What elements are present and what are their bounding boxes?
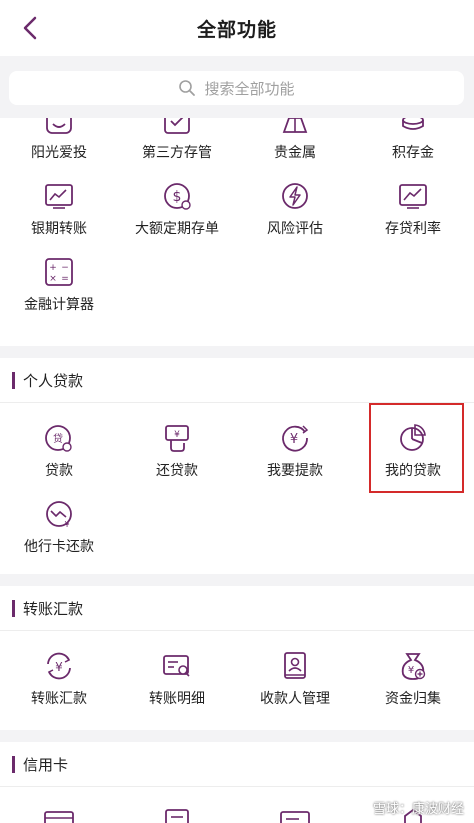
transfer-section: 转账汇款 ¥ 转账汇款 转账明细 收款人管理 ¥ 资金归集: [0, 586, 474, 730]
section-title: 信用卡: [23, 755, 69, 774]
highlight-frame: [369, 403, 464, 493]
function-label: 还贷款: [156, 463, 198, 479]
watermark: 雪球：康波财经: [372, 802, 464, 817]
function-label: 第三方存管: [142, 145, 212, 161]
svg-text:¥: ¥: [64, 520, 69, 529]
page-title: 全部功能: [196, 18, 277, 41]
function-item-withdraw[interactable]: ¥ 我要提款: [236, 422, 354, 480]
search-input[interactable]: 搜索全部功能: [9, 71, 464, 105]
function-item-bank-futures-transfer[interactable]: 银期转账: [0, 180, 118, 238]
function-label: 收款人管理: [260, 691, 330, 707]
function-label: 转账汇款: [31, 691, 87, 707]
loan-icon: 贷: [45, 425, 72, 452]
bill-icon: [165, 809, 189, 823]
coin-stack-icon: [402, 118, 424, 130]
function-label: 金融计算器: [24, 297, 94, 313]
function-label: 大额定期存单: [135, 221, 219, 237]
section-accent-bar: [12, 755, 15, 773]
payee-book-icon: [284, 652, 306, 679]
card-detail-icon: [280, 811, 310, 823]
face-icon: [46, 118, 72, 134]
repay-icon: ¥: [165, 425, 189, 452]
withdraw-icon: ¥: [282, 425, 309, 452]
money-bag-icon: ¥: [401, 653, 426, 680]
trend-coin-icon: ¥: [46, 501, 72, 529]
function-item-repay-loan[interactable]: ¥ 还贷款: [118, 422, 236, 480]
section-title: 个人贷款: [23, 371, 84, 390]
rate-chart-icon: [399, 184, 427, 209]
svg-text:¥: ¥: [290, 432, 298, 447]
section-title: 转账汇款: [23, 599, 84, 618]
function-item-transfer-detail[interactable]: 转账明细: [118, 650, 236, 708]
section-header: 个人贷款: [0, 358, 474, 403]
lightning-icon: [282, 183, 308, 209]
section-accent-bar: [12, 599, 15, 617]
transfer-icon: ¥: [47, 652, 71, 680]
svg-text:×: ×: [49, 274, 57, 284]
check-box-icon: [164, 118, 190, 134]
dollar-coin-icon: $: [164, 183, 191, 210]
function-item-fund-collection[interactable]: ¥ 资金归集: [354, 650, 472, 708]
function-item-third-party-custody[interactable]: 第三方存管: [118, 118, 236, 162]
function-label: 积存金: [392, 145, 434, 161]
function-label: 银期转账: [31, 221, 87, 237]
function-item-risk-assessment[interactable]: 风险评估: [236, 180, 354, 238]
svg-text:=: =: [61, 274, 69, 284]
function-item-payee-management[interactable]: 收款人管理: [236, 650, 354, 708]
svg-text:贷: 贷: [53, 432, 63, 445]
back-arrow-icon[interactable]: [14, 12, 46, 44]
transfer-detail-icon: [163, 655, 190, 677]
function-item-sunshine-invest[interactable]: 阳光爱投: [0, 118, 118, 162]
svg-text:¥: ¥: [174, 430, 180, 440]
function-item-transfer[interactable]: ¥ 转账汇款: [0, 650, 118, 708]
chart-card-icon: [45, 184, 73, 209]
svg-text:¥: ¥: [55, 660, 63, 674]
svg-text:+: +: [49, 263, 57, 273]
top-function-grid: 阳光爱投 第三方存管 贵金属 积存金 银期转账 $ 大额定期存单 风险评估 存贷…: [0, 118, 474, 346]
function-label: 存贷利率: [385, 221, 441, 237]
gold-bar-icon: [282, 118, 308, 133]
search-placeholder: 搜索全部功能: [204, 79, 295, 98]
function-label: 阳光爱投: [31, 145, 87, 161]
function-item-precious-metal[interactable]: 贵金属: [236, 118, 354, 162]
function-item-financial-calculator[interactable]: + − × = 金融计算器: [0, 256, 118, 314]
svg-text:$: $: [173, 189, 182, 205]
calculator-icon: + − × =: [45, 258, 73, 286]
card-icon: [44, 811, 74, 823]
function-label: 贵金属: [274, 145, 316, 161]
function-item-large-deposit-certificate[interactable]: $ 大额定期存单: [118, 180, 236, 238]
section-header: 信用卡: [0, 742, 474, 787]
svg-text:−: −: [61, 263, 69, 273]
section-accent-bar: [12, 371, 15, 389]
function-item-deposit-loan-rate[interactable]: 存贷利率: [354, 180, 472, 238]
function-label: 他行卡还款: [24, 539, 94, 555]
svg-text:¥: ¥: [408, 665, 414, 676]
function-label: 贷款: [45, 463, 73, 479]
function-label: 转账明细: [149, 691, 205, 707]
function-item-loan[interactable]: 贷 贷款: [0, 422, 118, 480]
function-item-other-bank-card-repay[interactable]: ¥ 他行卡还款: [0, 498, 118, 556]
section-header: 转账汇款: [0, 586, 474, 631]
function-label: 我要提款: [267, 463, 323, 479]
top-bar: 全部功能: [0, 0, 474, 56]
function-label: 风险评估: [267, 221, 323, 237]
function-item-gold-accumulation[interactable]: 积存金: [354, 118, 472, 162]
function-label: 资金归集: [385, 691, 441, 707]
search-icon: [179, 80, 196, 96]
